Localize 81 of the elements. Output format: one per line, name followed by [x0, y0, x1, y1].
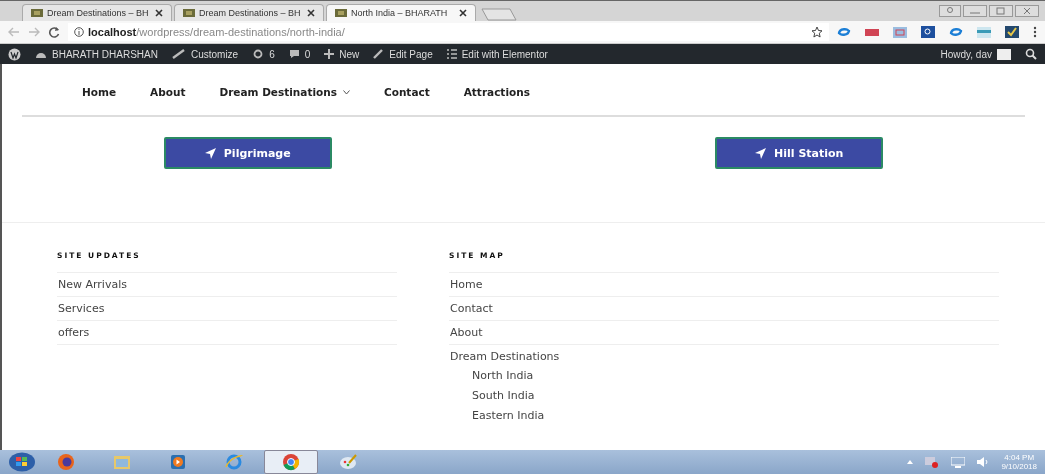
page-favicon-icon	[31, 9, 43, 17]
restore-icon[interactable]	[989, 5, 1013, 17]
browser-tab[interactable]: Dream Destinations – BH	[22, 4, 172, 21]
footer-link[interactable]: Contact	[449, 296, 999, 320]
admin-bar-label: New	[339, 48, 360, 60]
tab-title: North India – BHARATH	[351, 8, 449, 18]
updates-link[interactable]: 6	[252, 48, 275, 60]
footer-link[interactable]: Eastern India	[450, 406, 999, 426]
browser-tab[interactable]: North India – BHARATH	[326, 4, 476, 21]
star-icon[interactable]	[811, 26, 823, 38]
nav-link[interactable]: About	[150, 86, 186, 98]
location-arrow-icon	[755, 147, 767, 159]
paint-palette-icon	[339, 453, 357, 471]
page-favicon-icon	[335, 9, 347, 17]
wordpress-logo-icon[interactable]	[8, 47, 21, 61]
menu-icon[interactable]	[1033, 26, 1037, 38]
swirl-extension-icon[interactable]	[949, 26, 963, 38]
close-icon[interactable]	[307, 9, 315, 17]
speech-bubble-icon	[288, 49, 300, 59]
comments-link[interactable]: 0	[288, 48, 311, 60]
forward-arrow-icon[interactable]	[28, 27, 40, 37]
window-extension-icon[interactable]	[977, 26, 991, 38]
admin-bar-label: Howdy, dav	[940, 48, 992, 60]
url-text: localhost/wordpress/dream-destinations/north-india/	[88, 26, 345, 38]
admin-bar-label: 0	[304, 48, 311, 60]
location-arrow-icon	[204, 147, 216, 159]
minimize-icon[interactable]	[963, 5, 987, 17]
checkmark-extension-icon[interactable]	[1005, 26, 1019, 38]
speaker-icon[interactable]	[977, 457, 990, 467]
nav-link[interactable]: Attractions	[463, 86, 530, 98]
plus-icon	[324, 49, 335, 59]
tab-title: Dream Destinations – BH	[199, 8, 302, 18]
footer-link[interactable]: South India	[450, 386, 999, 406]
admin-bar-label: Edit Page	[389, 48, 433, 60]
admin-bar-label: 6	[269, 48, 275, 60]
list-icon	[446, 49, 457, 59]
footer-link[interactable]: North India	[450, 366, 999, 386]
back-arrow-icon[interactable]	[8, 27, 20, 37]
customize-link[interactable]: Customize	[171, 48, 239, 60]
avatar-icon	[997, 48, 1011, 60]
nav-link[interactable]: Contact	[383, 86, 430, 98]
address-bar[interactable]: localhost/wordpress/dream-destinations/north-india/	[68, 23, 829, 41]
destination-button[interactable]: Pilgrimage	[163, 137, 332, 169]
tab-title: Dream Destinations – BH	[47, 8, 150, 18]
search-icon[interactable]	[1025, 48, 1037, 60]
footer-link[interactable]: offers	[57, 320, 397, 345]
swirl-extension-icon[interactable]	[837, 26, 851, 38]
chrome-icon	[282, 453, 300, 471]
user-icon[interactable]	[939, 5, 961, 17]
chevron-down-icon	[342, 89, 350, 95]
destination-button[interactable]: Hill Station	[715, 137, 884, 169]
screen-extension-icon[interactable]	[893, 26, 907, 38]
start-button-icon[interactable]	[8, 452, 36, 472]
taskbar-app[interactable]	[264, 450, 318, 474]
close-icon[interactable]	[155, 9, 163, 17]
reload-icon[interactable]	[48, 26, 60, 38]
caret-up-icon[interactable]	[907, 460, 914, 464]
search-extension-icon[interactable]	[921, 26, 935, 38]
edit-page-link[interactable]: Edit Page	[373, 48, 433, 60]
brush-icon	[171, 49, 186, 59]
footer-link[interactable]: Home	[449, 272, 999, 296]
firefox-icon	[57, 453, 75, 471]
info-icon	[74, 27, 84, 37]
folder-icon	[113, 453, 131, 471]
close-icon[interactable]	[459, 9, 467, 17]
nav-link[interactable]: Dream Destinations	[219, 86, 350, 98]
browser-e-icon	[225, 453, 243, 471]
footer-link[interactable]: About	[449, 320, 999, 344]
footer-link[interactable]: Services	[57, 296, 397, 320]
admin-bar-label: Customize	[190, 48, 239, 60]
media-player-icon	[169, 453, 187, 471]
footer-link[interactable]: New Arrivals	[57, 272, 397, 296]
nav-link[interactable]: Home	[82, 86, 117, 98]
footer-link[interactable]: Dream Destinations	[450, 350, 999, 363]
extension-icon[interactable]	[865, 27, 879, 37]
pencil-icon	[373, 49, 385, 59]
new-tab-icon[interactable]	[478, 8, 518, 21]
new-content-link[interactable]: New	[324, 48, 360, 60]
page-favicon-icon	[183, 9, 195, 17]
account-menu[interactable]: Howdy, dav	[940, 48, 1011, 60]
browser-tab[interactable]: Dream Destinations – BH	[174, 4, 324, 21]
